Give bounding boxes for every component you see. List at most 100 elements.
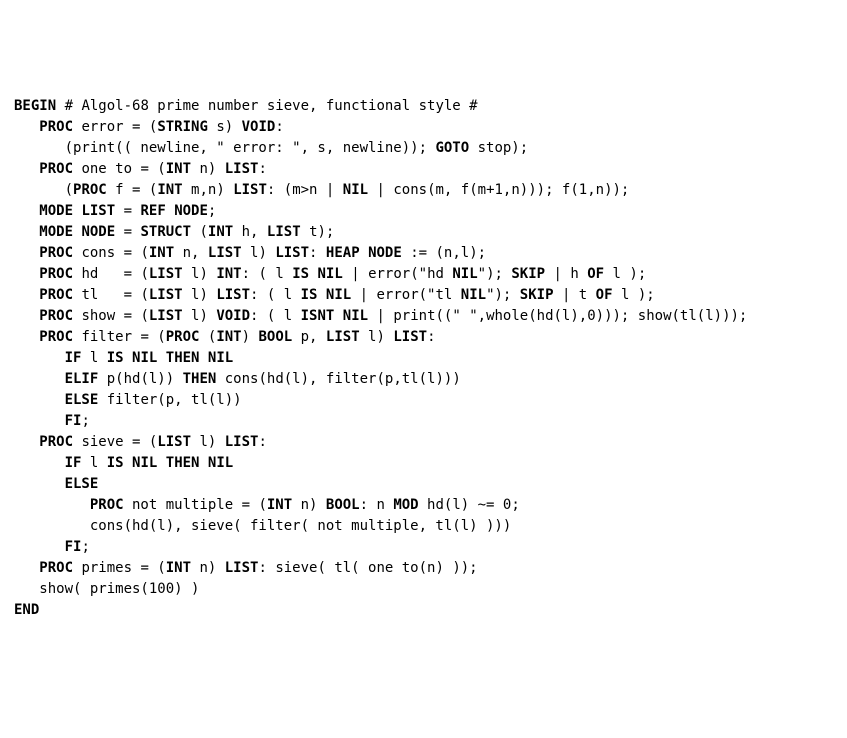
- code-line: ELSE: [14, 474, 833, 495]
- keyword-nil: NIL: [132, 350, 157, 366]
- code-line: PROC cons = (INT n, LIST l) LIST: HEAP N…: [14, 243, 833, 264]
- keyword-then: THEN: [166, 350, 200, 366]
- keyword-of: OF: [596, 287, 613, 303]
- keyword-begin: BEGIN: [14, 98, 56, 114]
- keyword-heap: HEAP: [326, 245, 360, 261]
- code-line: BEGIN # Algol-68 prime number sieve, fun…: [14, 96, 833, 117]
- keyword-proc: PROC: [90, 497, 124, 513]
- keyword-else: ELSE: [65, 392, 99, 408]
- keyword-list: LIST: [149, 266, 183, 282]
- keyword-ref: REF: [140, 203, 165, 219]
- keyword-end: END: [14, 602, 39, 618]
- keyword-is: IS: [107, 350, 124, 366]
- keyword-else: ELSE: [65, 476, 99, 492]
- code-line: FI;: [14, 411, 833, 432]
- code-line: PROC sieve = (LIST l) LIST:: [14, 432, 833, 453]
- code-line: ELIF p(hd(l)) THEN cons(hd(l), filter(p,…: [14, 369, 833, 390]
- code-line: (PROC f = (INT m,n) LIST: (m>n | NIL | c…: [14, 180, 833, 201]
- code-line: PROC hd = (LIST l) INT: ( l IS NIL | err…: [14, 264, 833, 285]
- keyword-nil: NIL: [208, 350, 233, 366]
- keyword-nil: NIL: [452, 266, 477, 282]
- keyword-int: INT: [166, 560, 191, 576]
- keyword-goto: GOTO: [435, 140, 469, 156]
- keyword-list: LIST: [208, 245, 242, 261]
- code-line: cons(hd(l), sieve( filter( not multiple,…: [14, 516, 833, 537]
- code-line: PROC primes = (INT n) LIST: sieve( tl( o…: [14, 558, 833, 579]
- comment: # Algol-68 prime number sieve, functiona…: [56, 98, 477, 114]
- code-block: BEGIN # Algol-68 prime number sieve, fun…: [14, 96, 833, 621]
- keyword-nil: NIL: [317, 266, 342, 282]
- code-line: END: [14, 600, 833, 621]
- keyword-list: LIST: [157, 434, 191, 450]
- keyword-bool: BOOL: [258, 329, 292, 345]
- keyword-proc: PROC: [39, 266, 73, 282]
- code-line: show( primes(100) ): [14, 579, 833, 600]
- keyword-list: LIST: [149, 287, 183, 303]
- code-line: MODE NODE = STRUCT (INT h, LIST t);: [14, 222, 833, 243]
- code-line: IF l IS NIL THEN NIL: [14, 453, 833, 474]
- keyword-proc: PROC: [39, 329, 73, 345]
- keyword-proc: PROC: [39, 161, 73, 177]
- keyword-int: INT: [267, 497, 292, 513]
- keyword-isnt: ISNT: [301, 308, 335, 324]
- keyword-nil: NIL: [461, 287, 486, 303]
- keyword-proc: PROC: [39, 434, 73, 450]
- keyword-list: LIST: [149, 308, 183, 324]
- keyword-mode: MODE: [39, 224, 73, 240]
- keyword-list: LIST: [393, 329, 427, 345]
- keyword-bool: BOOL: [326, 497, 360, 513]
- keyword-struct: STRUCT: [140, 224, 191, 240]
- keyword-then: THEN: [183, 371, 217, 387]
- code-line: FI;: [14, 537, 833, 558]
- keyword-proc: PROC: [39, 119, 73, 135]
- keyword-list: LIST: [225, 560, 259, 576]
- keyword-list: LIST: [267, 224, 301, 240]
- keyword-list: LIST: [225, 161, 259, 177]
- keyword-nil: NIL: [208, 455, 233, 471]
- keyword-then: THEN: [166, 455, 200, 471]
- keyword-mod: MOD: [393, 497, 418, 513]
- keyword-proc: PROC: [39, 560, 73, 576]
- code-line: PROC filter = (PROC (INT) BOOL p, LIST l…: [14, 327, 833, 348]
- code-line: PROC show = (LIST l) VOID: ( l ISNT NIL …: [14, 306, 833, 327]
- keyword-elif: ELIF: [65, 371, 99, 387]
- keyword-of: OF: [587, 266, 604, 282]
- keyword-mode: MODE: [39, 203, 73, 219]
- keyword-proc: PROC: [73, 182, 107, 198]
- keyword-nil: NIL: [343, 182, 368, 198]
- keyword-void: VOID: [242, 119, 276, 135]
- code-line: PROC tl = (LIST l) LIST: ( l IS NIL | er…: [14, 285, 833, 306]
- keyword-nil: NIL: [326, 287, 351, 303]
- keyword-string: STRING: [157, 119, 208, 135]
- keyword-is: IS: [292, 266, 309, 282]
- keyword-list: LIST: [275, 245, 309, 261]
- keyword-int: INT: [157, 182, 182, 198]
- code-line: (print(( newline, " error: ", s, newline…: [14, 138, 833, 159]
- keyword-int: INT: [149, 245, 174, 261]
- keyword-is: IS: [107, 455, 124, 471]
- keyword-skip: SKIP: [511, 266, 545, 282]
- keyword-list: LIST: [233, 182, 267, 198]
- keyword-is: IS: [301, 287, 318, 303]
- keyword-node: NODE: [81, 224, 115, 240]
- keyword-if: IF: [65, 455, 82, 471]
- keyword-int: INT: [216, 266, 241, 282]
- keyword-node: NODE: [174, 203, 208, 219]
- code-line: IF l IS NIL THEN NIL: [14, 348, 833, 369]
- keyword-proc: PROC: [39, 245, 73, 261]
- keyword-nil: NIL: [343, 308, 368, 324]
- keyword-list: LIST: [326, 329, 360, 345]
- keyword-void: VOID: [216, 308, 250, 324]
- code-line: PROC not multiple = (INT n) BOOL: n MOD …: [14, 495, 833, 516]
- keyword-nil: NIL: [132, 455, 157, 471]
- keyword-int: INT: [216, 329, 241, 345]
- code-line: PROC error = (STRING s) VOID:: [14, 117, 833, 138]
- keyword-fi: FI: [65, 413, 82, 429]
- keyword-node: NODE: [368, 245, 402, 261]
- keyword-skip: SKIP: [520, 287, 554, 303]
- keyword-list: LIST: [216, 287, 250, 303]
- keyword-proc: PROC: [166, 329, 200, 345]
- keyword-fi: FI: [65, 539, 82, 555]
- code-line: ELSE filter(p, tl(l)): [14, 390, 833, 411]
- keyword-list: LIST: [225, 434, 259, 450]
